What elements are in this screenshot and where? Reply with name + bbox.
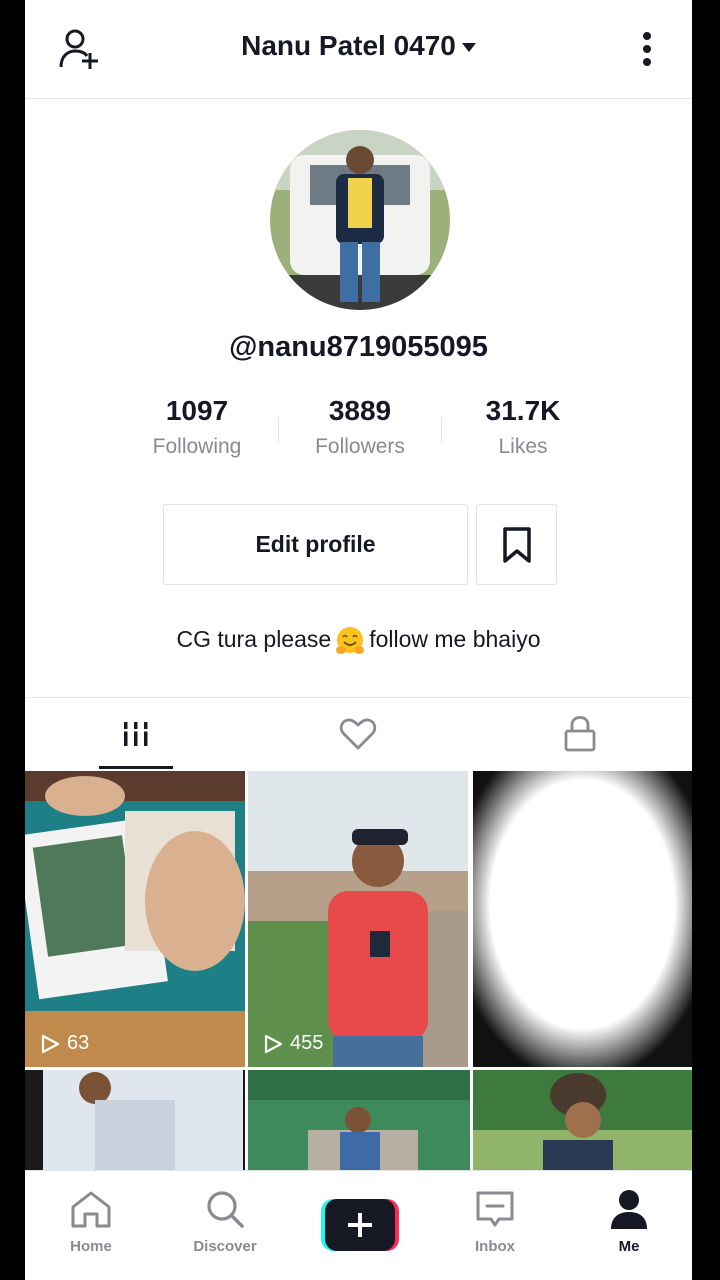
- stat-label: Following: [152, 435, 242, 458]
- profile-icon: [611, 1190, 647, 1229]
- view-count-value: 455: [290, 1032, 324, 1054]
- bookmark-button[interactable]: [476, 504, 557, 585]
- bottom-nav: Home Discover Inbox Me: [25, 1170, 692, 1280]
- bio-text-start: CG tura please: [176, 626, 332, 653]
- video-thumbnail[interactable]: 63: [25, 771, 245, 1067]
- grid-icon: [121, 722, 151, 746]
- username-handle: @nanu8719055095: [229, 331, 488, 363]
- video-grid: 63 455: [25, 771, 692, 1171]
- bookmark-icon: [502, 526, 531, 563]
- top-bar: Nanu Patel 0470: [25, 0, 692, 99]
- tab-private[interactable]: [469, 698, 691, 770]
- plus-icon: [321, 1199, 399, 1251]
- stat-label: Followers: [315, 435, 405, 458]
- nav-inbox[interactable]: Inbox: [445, 1189, 545, 1255]
- home-icon: [71, 1191, 111, 1228]
- stat-label: Likes: [498, 435, 548, 458]
- play-icon: [264, 1034, 283, 1053]
- stat-value: 1097: [165, 395, 229, 426]
- edit-profile-button[interactable]: Edit profile: [163, 504, 468, 585]
- stat-value: 3889: [328, 395, 392, 426]
- nav-label: Home: [70, 1238, 112, 1255]
- heart-icon: [339, 718, 377, 750]
- lock-icon: [564, 716, 596, 752]
- more-options-icon[interactable]: [637, 30, 657, 70]
- edit-profile-label: Edit profile: [255, 531, 376, 557]
- stat-followers[interactable]: 3889 Followers: [275, 395, 445, 459]
- video-thumbnail[interactable]: [25, 1070, 245, 1171]
- active-tab-indicator: [99, 766, 173, 769]
- stat-likes[interactable]: 31.7K Likes: [438, 395, 608, 459]
- view-count-value: 63: [67, 1032, 90, 1054]
- hugging-face-emoji-icon: [336, 627, 365, 654]
- nav-label: Inbox: [475, 1238, 515, 1255]
- video-thumbnail[interactable]: [473, 771, 692, 1067]
- view-count: 455: [262, 1032, 323, 1055]
- search-icon: [207, 1191, 244, 1228]
- bio: CG tura please follow me bhaiyo: [25, 626, 692, 656]
- chevron-down-icon: [461, 43, 476, 53]
- video-thumbnail[interactable]: 455: [248, 771, 468, 1067]
- tab-liked[interactable]: [247, 698, 469, 770]
- stat-following[interactable]: 1097 Following: [112, 395, 282, 459]
- create-video-button[interactable]: [321, 1199, 399, 1251]
- bio-text-end: follow me bhaiyo: [369, 626, 541, 653]
- profile-screen: Nanu Patel 0470 @nanu8719055095 1097 Fol…: [25, 0, 692, 1280]
- play-icon: [41, 1034, 60, 1053]
- nav-label: Discover: [193, 1238, 257, 1255]
- tab-videos[interactable]: [25, 698, 247, 770]
- account-switcher[interactable]: Nanu Patel 0470: [25, 30, 692, 62]
- nav-label: Me: [618, 1238, 640, 1255]
- account-name: Nanu Patel 0470: [241, 30, 456, 61]
- inbox-icon: [476, 1191, 514, 1227]
- nav-me[interactable]: Me: [579, 1189, 679, 1255]
- view-count: 63: [39, 1032, 89, 1055]
- nav-home[interactable]: Home: [41, 1189, 141, 1255]
- avatar[interactable]: [270, 130, 450, 310]
- video-thumbnail[interactable]: [473, 1070, 692, 1171]
- stat-value: 31.7K: [485, 395, 561, 426]
- nav-discover[interactable]: Discover: [175, 1189, 275, 1255]
- video-thumbnail[interactable]: [248, 1070, 470, 1171]
- profile-tabs: [25, 697, 692, 770]
